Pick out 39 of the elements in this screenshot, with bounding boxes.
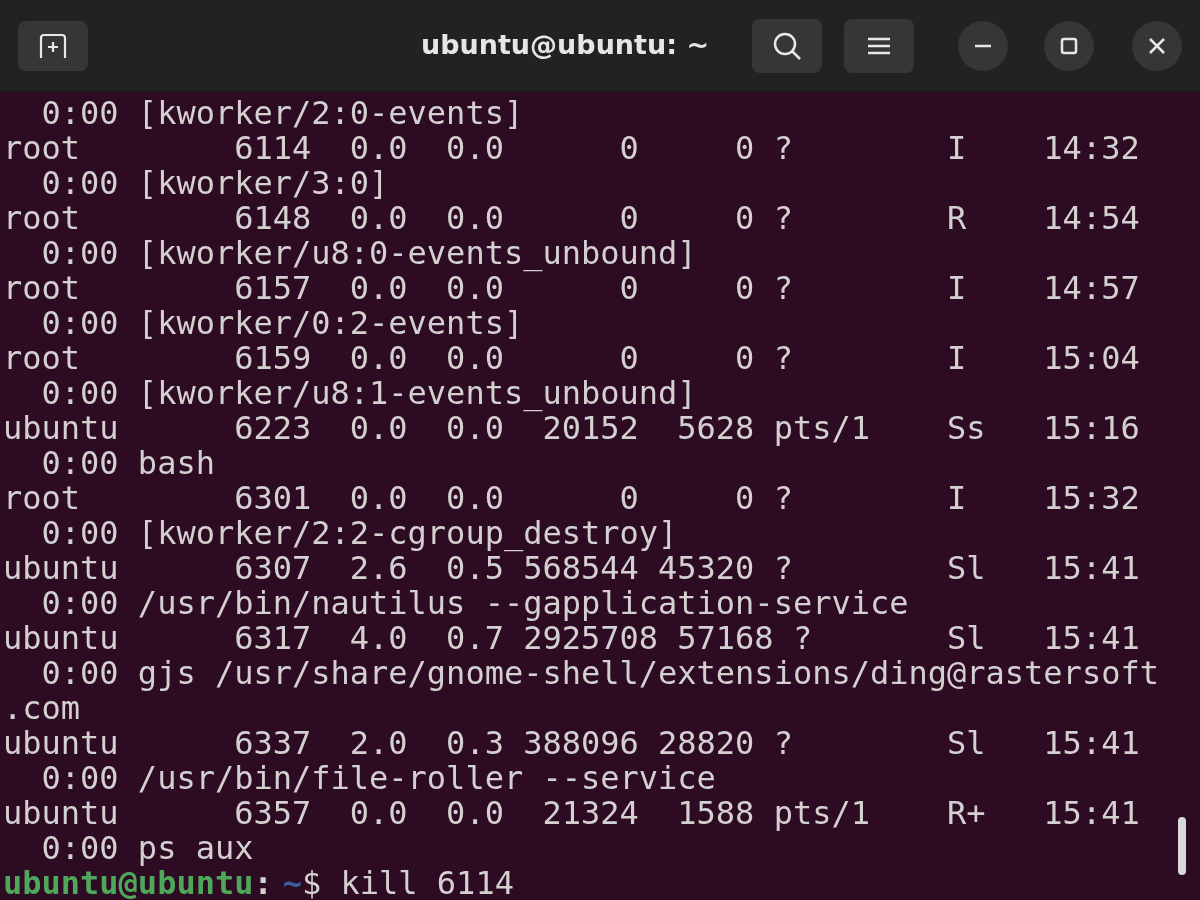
terminal-line: 0:00 [kworker/2:2-cgroup_destroy] bbox=[40, 516, 678, 551]
terminal-line: 0:00 [kworker/u8:1-events_unbound] bbox=[40, 376, 697, 411]
terminal-line: ubuntu 6223 0.0 0.0 20152 5628 pts/1 Ss 15:16 bbox=[3, 411, 1140, 446]
menu-button[interactable] bbox=[844, 18, 914, 73]
terminal-line: 0:00 ps aux bbox=[40, 831, 254, 866]
terminal-line: 0:00 [kworker/u8:0-events_unbound] bbox=[40, 236, 697, 271]
prompt-separator: : bbox=[253, 866, 273, 900]
search-button[interactable] bbox=[752, 18, 822, 73]
terminal-line: .com bbox=[3, 691, 81, 726]
new-tab-icon bbox=[38, 32, 68, 59]
terminal-line: ubuntu 6337 2.0 0.3 388096 28820 ? Sl 15:41 bbox=[3, 726, 1140, 761]
new-tab-button[interactable] bbox=[18, 20, 88, 71]
terminal-line: ubuntu 6357 0.0 0.0 21324 1588 pts/1 R+ 15:41 bbox=[3, 796, 1140, 831]
terminal-line: 0:00 /usr/bin/file-roller --service bbox=[40, 761, 716, 796]
close-icon bbox=[1148, 36, 1166, 55]
window-title: ubuntu@ubuntu: ~ bbox=[420, 28, 710, 63]
terminal-line: 0:00 [kworker/2:0-events] bbox=[40, 96, 524, 131]
terminal-line: root 6148 0.0 0.0 0 0 ? R 14:54 bbox=[3, 201, 1140, 236]
terminal-line: 0:00 gjs /usr/share/gnome-shell/extensions/ding@rastersoft bbox=[40, 656, 1159, 691]
prompt-path: ~ bbox=[282, 866, 302, 900]
command-text: $ kill 6114 bbox=[302, 866, 514, 900]
menu-icon bbox=[867, 35, 891, 56]
terminal-line: root 6114 0.0 0.0 0 0 ? I 14:32 bbox=[3, 131, 1140, 166]
maximize-button[interactable] bbox=[1044, 20, 1094, 71]
terminal-line: 0:00 bash bbox=[40, 446, 215, 481]
terminal-line: 0:00 [kworker/3:0] bbox=[40, 166, 389, 201]
maximize-icon bbox=[1060, 36, 1078, 55]
scrollbar bbox=[1178, 817, 1186, 875]
terminal-line: ubuntu 6317 4.0 0.7 2925708 57168 ? Sl 15:41 bbox=[3, 621, 1140, 656]
terminal-line: root 6159 0.0 0.0 0 0 ? I 15:04 bbox=[3, 341, 1140, 376]
terminal-line: 0:00 /usr/bin/nautilus --gapplication-service bbox=[40, 586, 909, 621]
prompt-user-host: ubuntu@ubuntu bbox=[3, 866, 254, 900]
terminal-line: root 6157 0.0 0.0 0 0 ? I 14:57 bbox=[3, 271, 1140, 306]
terminal-line: 0:00 [kworker/0:2-events] bbox=[40, 306, 524, 341]
minimize-icon bbox=[974, 43, 992, 48]
terminal-line: root 6301 0.0 0.0 0 0 ? I 15:32 bbox=[3, 481, 1140, 516]
terminal-line: ubuntu 6307 2.6 0.5 568544 45320 ? Sl 15:41 bbox=[3, 551, 1140, 586]
close-button[interactable] bbox=[1132, 20, 1182, 71]
minimize-button[interactable] bbox=[958, 20, 1008, 71]
